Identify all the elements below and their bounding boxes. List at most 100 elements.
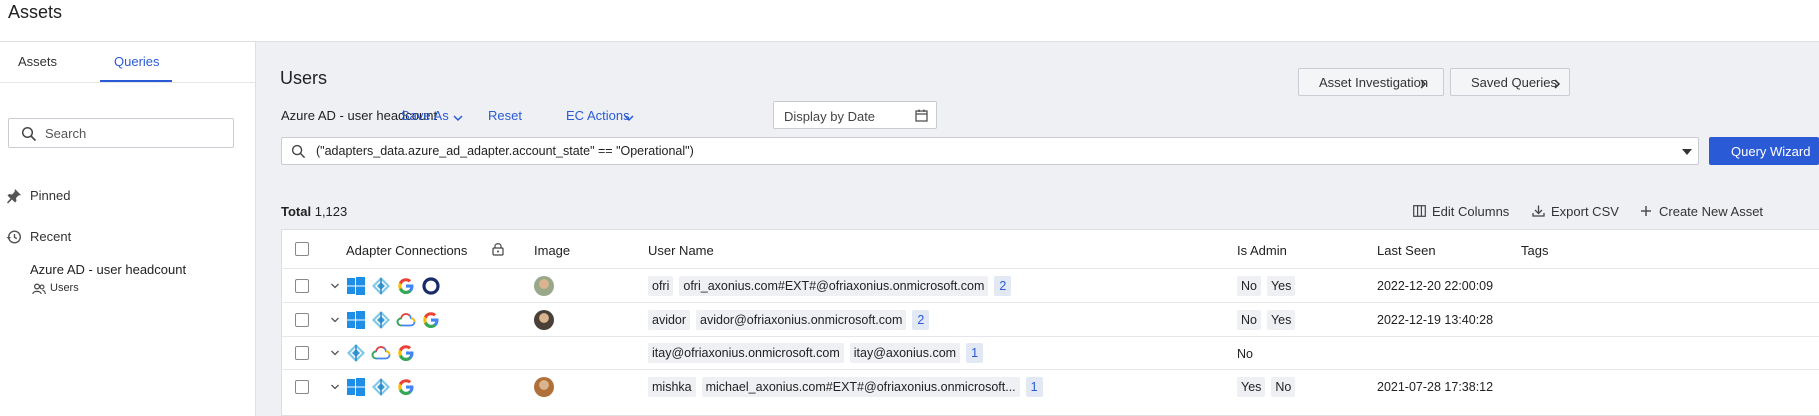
last-seen-value: 2022-12-19 13:40:28 [1377,313,1494,327]
is-admin-cell: No [1237,343,1253,361]
tab-assets[interactable]: Assets [18,54,57,69]
recent-query-item[interactable]: Azure AD - user headcount Users [30,262,186,295]
search-icon [291,144,306,162]
select-all-checkbox[interactable] [295,242,309,256]
asset-investigation-button[interactable]: Asset Investigation [1298,68,1444,96]
export-csv-label: Export CSV [1551,204,1619,219]
user-name-chip: mishka [648,377,696,397]
table-row[interactable]: itay@ofriaxonius.onmicrosoft.com itay@axo… [282,336,1819,370]
user-name-cell: avidor avidor@ofriaxonius.onmicrosoft.com… [648,310,935,330]
search-icon [21,126,37,145]
column-header-adapters[interactable]: Adapter Connections [346,243,467,258]
column-header-is-admin[interactable]: Is Admin [1237,243,1287,258]
expand-chevron-icon[interactable] [330,380,340,395]
okta-icon[interactable] [421,276,441,299]
pinned-label: Pinned [30,188,71,203]
save-as-label: Save As [401,108,449,123]
dropdown-caret-icon[interactable] [1682,149,1692,155]
history-icon [6,229,22,248]
gcp-icon[interactable] [371,343,391,366]
user-name-chip: ofri_axonius.com#EXT#@ofriaxonius.onmicr… [679,276,989,296]
google-icon[interactable] [396,343,416,366]
last-seen-value: 2021-07-28 17:38:12 [1377,380,1494,394]
asset-investigation-label: Asset Investigation [1319,75,1429,90]
search-input[interactable] [45,124,225,142]
user-name-chip: avidor@ofriaxonius.onmicrosoft.com [696,310,907,330]
user-name-chip: avidor [648,310,691,330]
azure-ad-icon[interactable] [371,377,391,400]
saved-queries-label: Saved Queries [1471,75,1557,90]
recent-query-module-label: Users [50,282,79,294]
more-values-badge[interactable]: 2 [994,276,1012,296]
avatar[interactable] [534,310,554,330]
plus-icon [1640,205,1652,220]
column-header-user-name[interactable]: User Name [648,243,714,258]
active-tab-indicator [100,80,172,82]
avatar[interactable] [534,276,554,296]
table-row[interactable]: ofri ofri_axonius.com#EXT#@ofriaxonius.on… [282,269,1819,303]
more-values-badge[interactable]: 2 [912,310,930,330]
download-icon [1532,205,1545,220]
row-checkbox[interactable] [295,380,309,394]
row-checkbox[interactable] [295,313,309,327]
table-row[interactable]: avidor avidor@ofriaxonius.onmicrosoft.com… [282,303,1819,337]
main-panel: Users Asset Investigation Saved Queries … [256,42,1819,416]
is-admin-value: Yes [1266,276,1296,296]
user-name-cell: mishka michael_axonius.com#EXT#@ofriaxoni… [648,377,1049,397]
sidebar-tabs: Assets Queries [0,42,255,83]
pin-icon [6,188,22,207]
column-header-image[interactable]: Image [534,243,570,258]
display-by-date-picker [773,101,937,129]
is-admin-cell: Yes No [1237,377,1301,397]
more-values-badge[interactable]: 1 [1025,377,1043,397]
user-name-cell: itay@ofriaxonius.onmicrosoft.com itay@axo… [648,343,989,363]
column-header-last-seen[interactable]: Last Seen [1377,243,1436,258]
query-text: ("adapters_data.azure_ad_adapter.account… [316,144,694,158]
google-icon[interactable] [396,377,416,400]
google-icon[interactable] [396,276,416,299]
avatar[interactable] [534,377,554,397]
is-admin-value: No [1237,310,1261,330]
total-value: 1,123 [314,204,348,219]
user-name-chip: itay@ofriaxonius.onmicrosoft.com [648,343,844,363]
reset-button[interactable]: Reset [488,108,522,123]
more-values-badge[interactable]: 1 [966,343,984,363]
row-checkbox[interactable] [295,346,309,360]
search-box [8,118,234,148]
recent-label: Recent [30,229,72,244]
ec-actions-button[interactable]: EC Actions [566,108,634,123]
last-seen-value: 2022-12-20 22:00:09 [1377,279,1494,293]
google-icon[interactable] [421,310,441,333]
ec-actions-label: EC Actions [566,108,630,123]
chevron-down-icon [453,110,463,125]
tab-queries[interactable]: Queries [114,54,160,69]
column-header-tags[interactable]: Tags [1521,243,1548,258]
gcp-icon[interactable] [396,310,416,333]
lock-icon[interactable] [492,242,504,259]
date-input[interactable] [784,107,904,125]
chevron-right-icon [1553,77,1561,92]
calendar-icon[interactable] [915,109,928,125]
windows-icon[interactable] [346,310,366,333]
azure-ad-icon[interactable] [371,276,391,299]
query-wizard-button[interactable]: Query Wizard [1709,137,1819,165]
windows-icon[interactable] [346,276,366,299]
windows-icon[interactable] [346,377,366,400]
table-row[interactable]: mishka michael_axonius.com#EXT#@ofriaxoni… [282,370,1819,404]
row-checkbox[interactable] [295,279,309,293]
sidebar: Assets Queries Pinned Recent Azure AD - … [0,42,256,416]
expand-chevron-icon[interactable] [330,346,340,361]
is-admin-value: Yes [1237,377,1266,397]
expand-chevron-icon[interactable] [330,313,340,328]
is-admin-value: No [1237,347,1253,361]
azure-ad-icon[interactable] [371,310,391,333]
user-name-chip: itay@axonius.com [849,343,961,363]
top-bar: Assets [0,0,1819,42]
query-input[interactable]: ("adapters_data.azure_ad_adapter.account… [281,137,1699,165]
total-count: Total 1,123 [281,204,347,219]
saved-queries-button[interactable]: Saved Queries [1450,68,1570,96]
save-as-button[interactable]: Save As [401,108,463,123]
expand-chevron-icon[interactable] [330,279,340,294]
chevron-right-icon [1419,77,1427,92]
azure-ad-icon[interactable] [346,343,366,366]
